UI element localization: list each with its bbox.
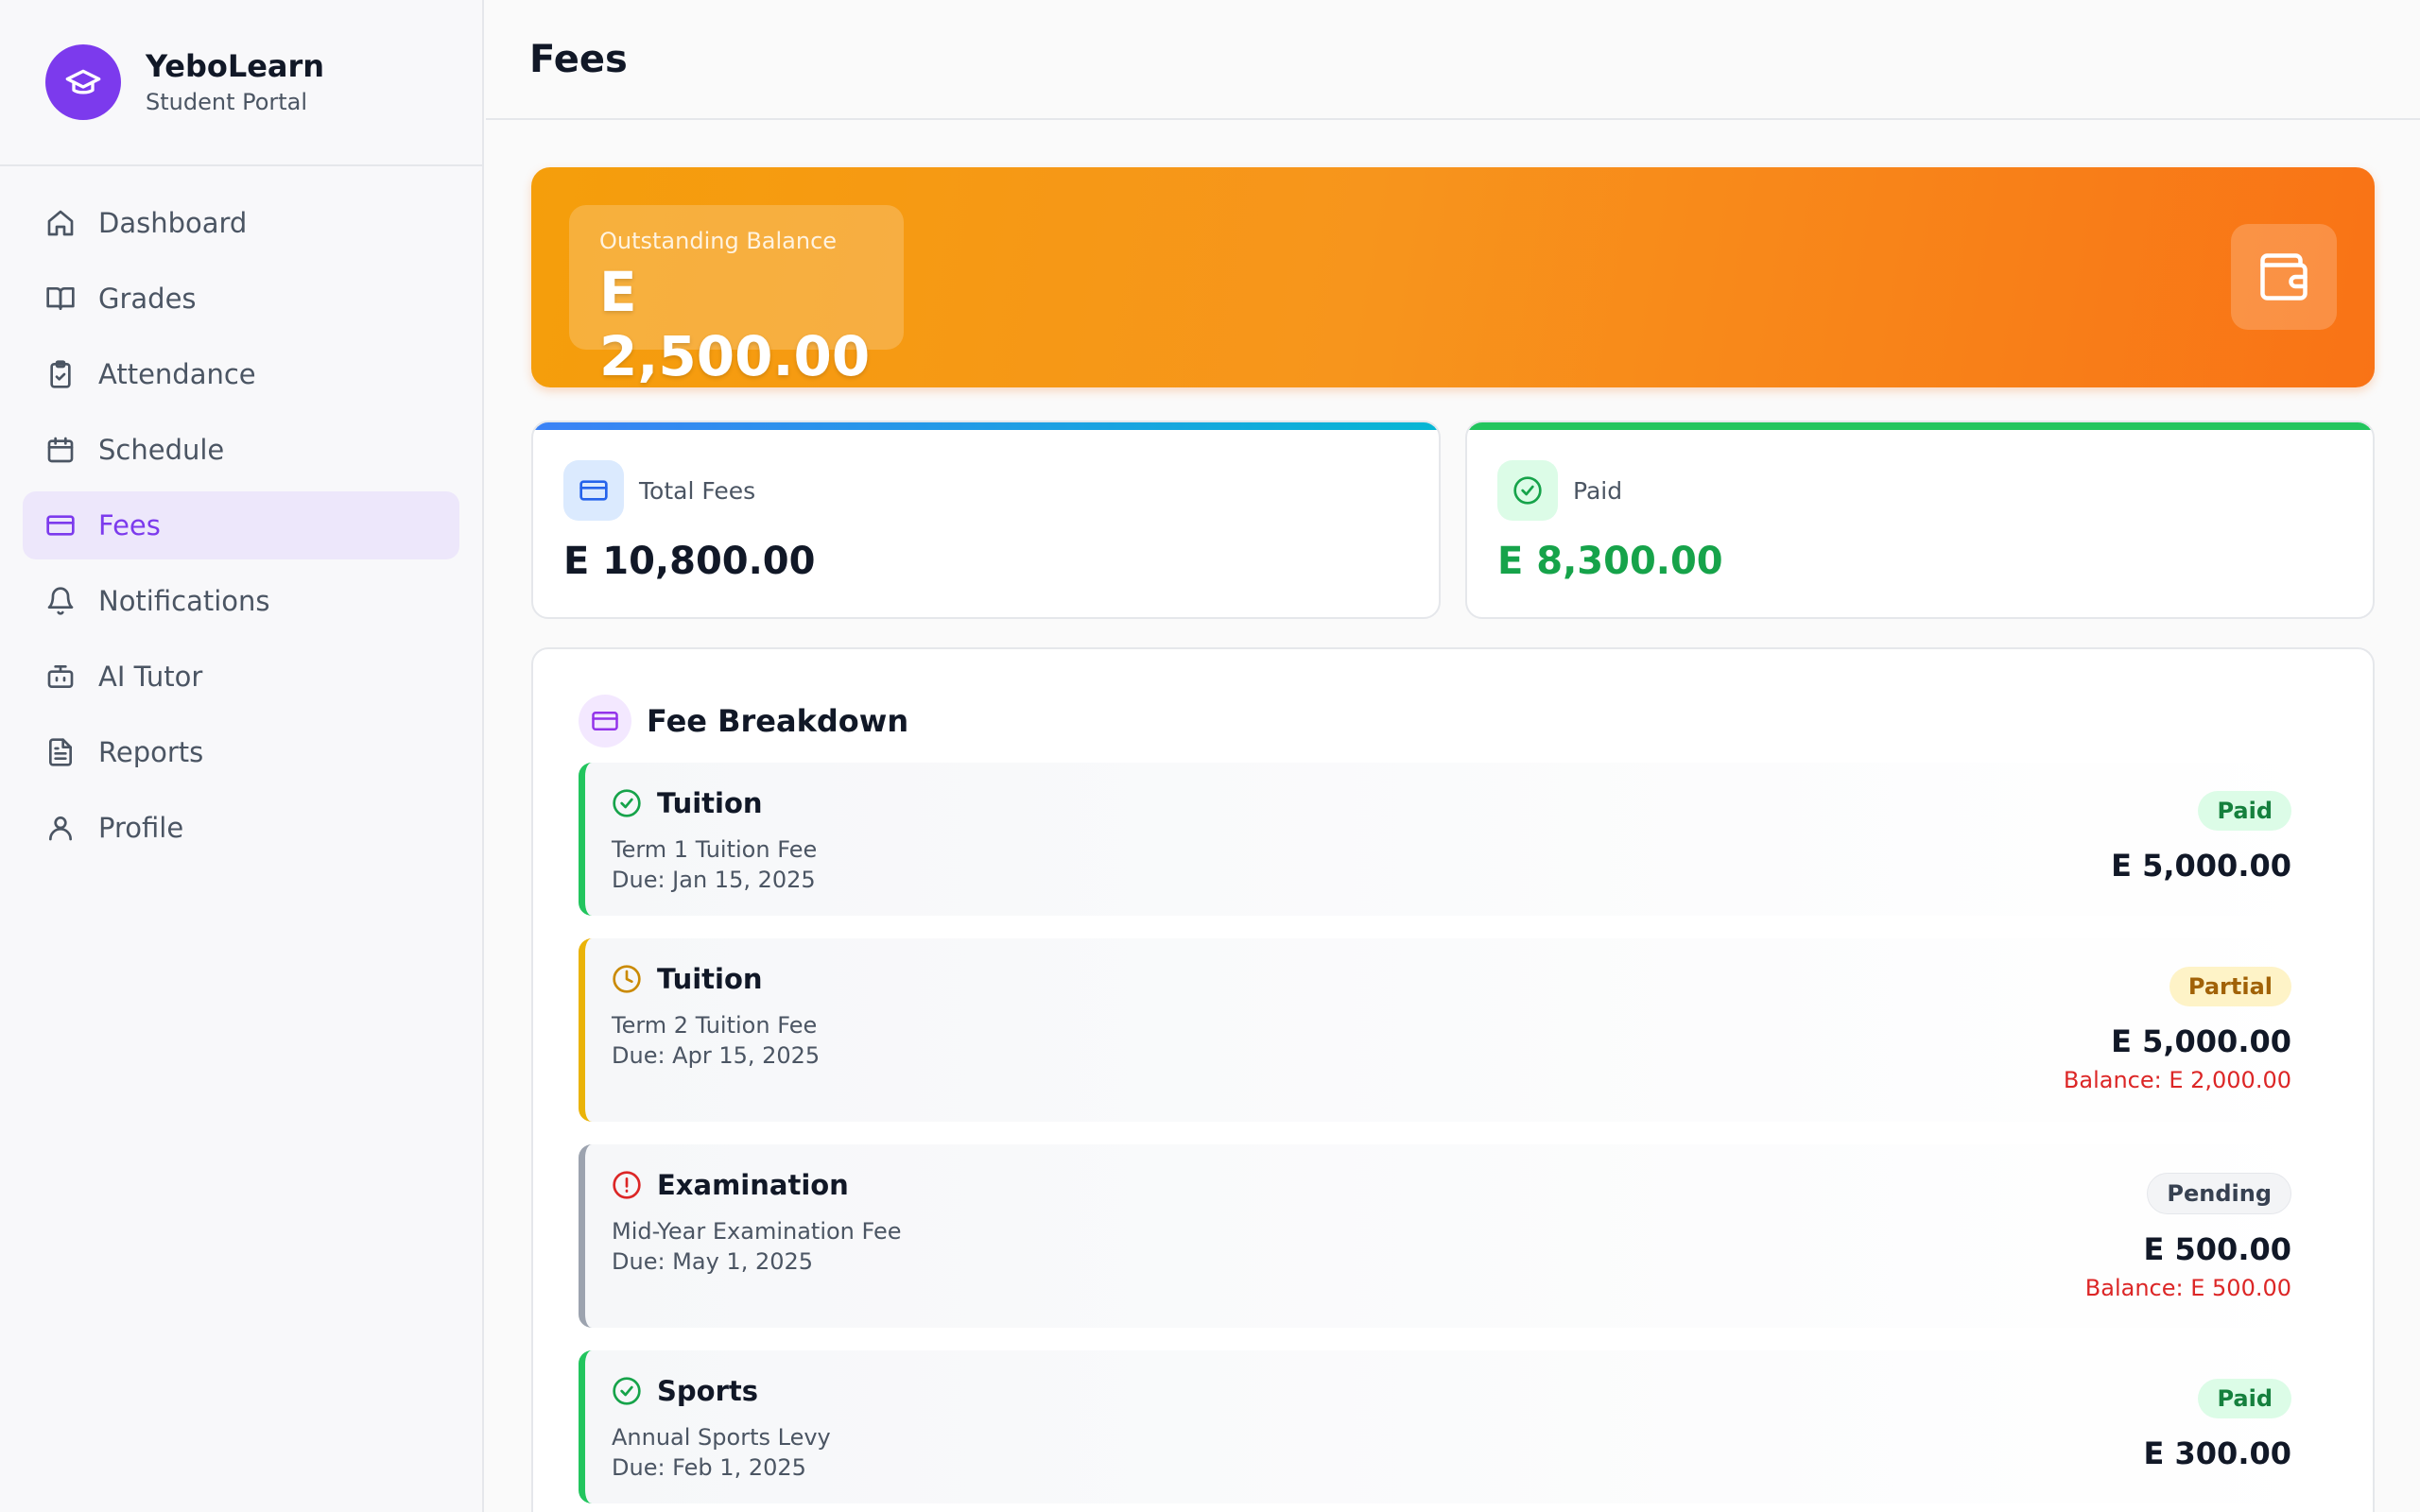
sidebar-item-ai-tutor[interactable]: AI Tutor <box>23 643 459 711</box>
balance-value: E 2,500.00 <box>599 260 871 388</box>
fee-due-date: Due: Jan 15, 2025 <box>612 867 816 893</box>
fee-summary: Pending E 500.00 Balance: E 500.00 <box>2085 1173 2291 1301</box>
sidebar-item-reports[interactable]: Reports <box>23 718 459 786</box>
fee-description: Annual Sports Levy <box>612 1424 831 1451</box>
fee-item[interactable]: Tuition Term 2 Tuition Fee Due: Apr 15, … <box>579 938 2331 1122</box>
clipboard-check-icon <box>50 360 71 388</box>
fee-details: Term 1 Tuition Fee Due: Jan 15, 2025 <box>612 834 817 895</box>
user-icon <box>49 816 72 841</box>
sidebar-item-label: Grades <box>98 283 197 315</box>
sidebar-item-notifications[interactable]: Notifications <box>23 567 459 635</box>
fee-summary: Partial E 5,000.00 Balance: E 2,000.00 <box>2064 967 2291 1093</box>
sidebar-nav: Dashboard Grades Attendance Schedule Fee… <box>0 166 482 862</box>
fee-due-date: Due: Apr 15, 2025 <box>612 1042 821 1069</box>
sidebar-item-grades[interactable]: Grades <box>23 265 459 333</box>
check-circle-icon <box>613 789 641 817</box>
book-icon <box>46 287 75 310</box>
fee-amount: E 5,000.00 <box>2111 1023 2291 1059</box>
sidebar-item-label: Dashboard <box>98 207 248 239</box>
bell-icon <box>47 587 74 615</box>
fee-item[interactable]: Tuition Term 1 Tuition Fee Due: Jan 15, … <box>579 763 2331 916</box>
fee-description: Mid-Year Examination Fee <box>612 1218 902 1245</box>
stat-accent-bar <box>533 422 1439 430</box>
fee-category: Examination <box>612 1169 849 1201</box>
fee-category: Tuition <box>612 787 763 819</box>
calendar-icon <box>47 437 74 463</box>
fee-due-date: Due: Feb 1, 2025 <box>612 1454 806 1481</box>
wallet-icon <box>2231 224 2337 330</box>
fee-summary: Paid E 300.00 <box>2144 1379 2291 1471</box>
sidebar-item-label: Profile <box>98 812 184 844</box>
fee-category-label: Tuition <box>657 787 763 819</box>
status-badge: Pending <box>2147 1173 2291 1214</box>
fee-breakdown-title: Fee Breakdown <box>647 703 909 739</box>
sidebar-item-fees[interactable]: Fees <box>23 491 459 559</box>
total-fees-label: Total Fees <box>639 477 756 505</box>
fee-details: Term 2 Tuition Fee Due: Apr 15, 2025 <box>612 1010 820 1071</box>
graduation-cap-icon <box>45 44 121 120</box>
check-circle-icon <box>613 1377 641 1405</box>
sidebar: YeboLearn Student Portal Dashboard Grade… <box>0 0 484 1512</box>
check-circle-icon <box>1497 460 1558 521</box>
sidebar-item-label: Fees <box>98 509 161 541</box>
fee-category: Tuition <box>612 963 763 995</box>
sidebar-item-schedule[interactable]: Schedule <box>23 416 459 484</box>
sidebar-item-profile[interactable]: Profile <box>23 794 459 862</box>
main-content: Fees Outstanding Balance E 2,500.00 Tota… <box>486 0 2420 1512</box>
fee-category-label: Tuition <box>657 963 763 995</box>
balance-label: Outstanding Balance <box>599 228 838 254</box>
stat-accent-bar <box>1467 422 2373 430</box>
fee-balance: Balance: E 2,000.00 <box>2063 1067 2291 1093</box>
file-text-icon <box>49 738 72 766</box>
header: Fees <box>486 0 2420 120</box>
brand-subtitle: Student Portal <box>146 89 308 115</box>
status-badge: Partial <box>2169 967 2291 1006</box>
credit-card-icon <box>46 515 75 536</box>
page-title: Fees <box>529 37 628 81</box>
fee-amount: E 300.00 <box>2143 1435 2291 1471</box>
fee-summary: Paid E 5,000.00 <box>2111 791 2291 884</box>
fee-details: Mid-Year Examination Fee Due: May 1, 202… <box>612 1216 902 1277</box>
paid-card: Paid E 8,300.00 <box>1465 421 2375 619</box>
sidebar-item-label: Schedule <box>98 434 225 466</box>
fee-category-label: Examination <box>657 1169 849 1201</box>
fee-amount: E 5,000.00 <box>2111 848 2291 884</box>
fee-item[interactable]: Sports Annual Sports Levy Due: Feb 1, 20… <box>579 1350 2331 1503</box>
outstanding-balance-card: Outstanding Balance E 2,500.00 <box>531 167 2375 388</box>
credit-card-icon <box>579 695 631 747</box>
status-badge: Paid <box>2198 1379 2291 1418</box>
sidebar-item-label: Attendance <box>98 358 256 390</box>
paid-label: Paid <box>1573 477 1623 505</box>
credit-card-icon <box>563 460 624 521</box>
sidebar-item-label: AI Tutor <box>98 661 203 693</box>
clock-icon <box>613 965 641 993</box>
alert-circle-icon <box>613 1171 641 1199</box>
home-icon <box>47 210 74 236</box>
paid-value: E 8,300.00 <box>1497 540 1723 583</box>
fee-item[interactable]: Examination Mid-Year Examination Fee Due… <box>579 1144 2331 1328</box>
balance-box: Outstanding Balance E 2,500.00 <box>569 205 904 388</box>
fee-due-date: Due: May 1, 2025 <box>612 1248 814 1275</box>
bot-icon <box>47 665 74 688</box>
fee-breakdown-panel: Fee Breakdown Tuition Term 1 Tuition Fee… <box>531 647 2375 1512</box>
fee-description: Term 2 Tuition Fee <box>612 1012 818 1039</box>
brand-title: YeboLearn <box>146 48 325 84</box>
sidebar-item-label: Notifications <box>98 585 270 617</box>
total-fees-value: E 10,800.00 <box>563 540 816 583</box>
total-fees-card: Total Fees E 10,800.00 <box>531 421 1441 619</box>
sidebar-item-attendance[interactable]: Attendance <box>23 340 459 408</box>
fee-amount: E 500.00 <box>2143 1231 2291 1267</box>
fee-description: Term 1 Tuition Fee <box>612 836 818 863</box>
sidebar-item-dashboard[interactable]: Dashboard <box>23 189 459 257</box>
fee-breakdown-header: Fee Breakdown <box>579 695 908 747</box>
fee-details: Annual Sports Levy Due: Feb 1, 2025 <box>612 1422 831 1483</box>
fee-balance: Balance: E 500.00 <box>2084 1275 2291 1301</box>
fee-category: Sports <box>612 1375 758 1407</box>
status-badge: Paid <box>2198 791 2291 831</box>
fee-category-label: Sports <box>657 1375 758 1407</box>
brand: YeboLearn Student Portal <box>0 0 482 166</box>
sidebar-item-label: Reports <box>98 736 204 768</box>
